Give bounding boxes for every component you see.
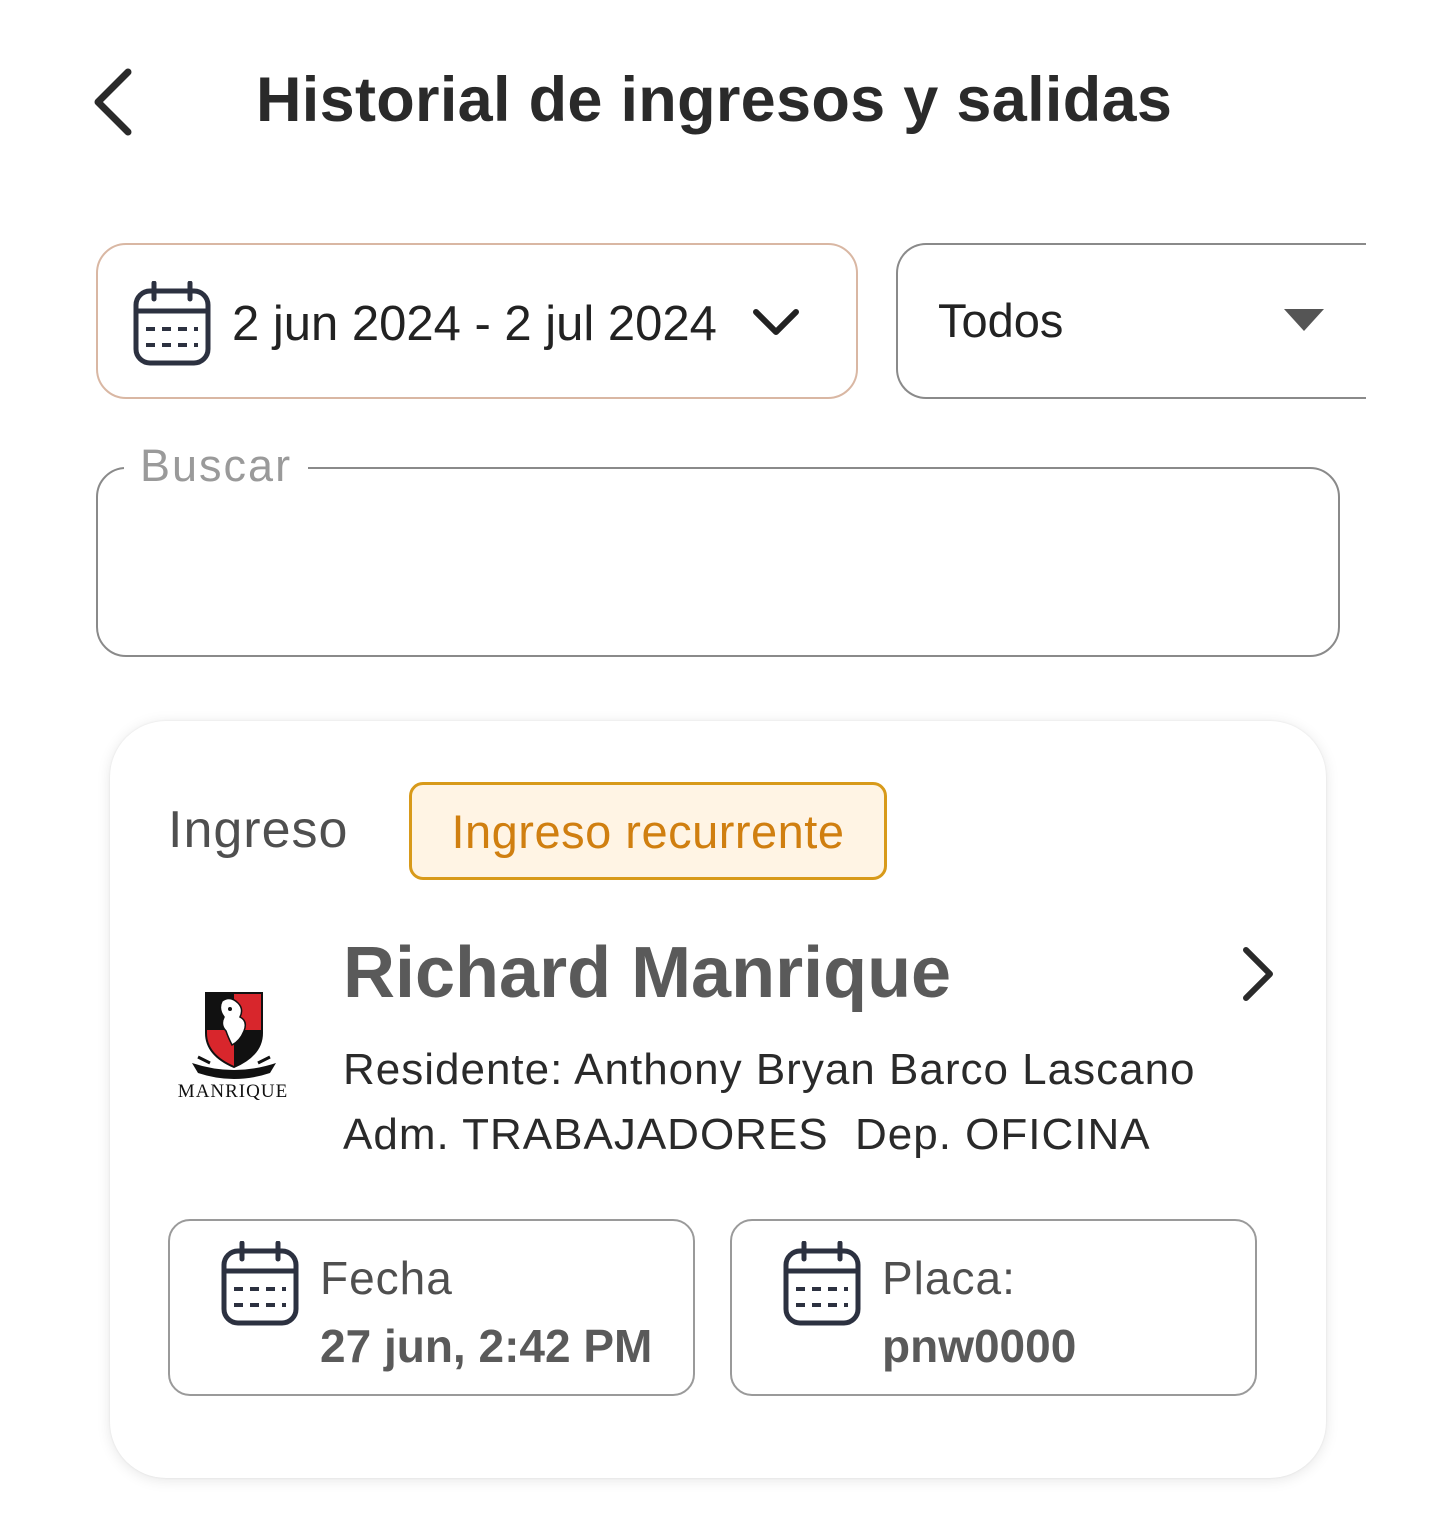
resident-line: Residente: Anthony Bryan Barco Lascano xyxy=(343,1045,1196,1094)
chevron-down-icon xyxy=(752,307,800,342)
open-detail-button[interactable] xyxy=(1232,944,1284,1004)
search-input[interactable] xyxy=(96,467,1340,657)
dropdown-arrow-icon xyxy=(1284,309,1324,336)
logo-text: MANRIQUE xyxy=(178,1081,288,1102)
calendar-icon xyxy=(132,280,212,372)
date-label: Fecha xyxy=(320,1252,453,1304)
plate-info-box: Placa: pnw0000 xyxy=(730,1219,1257,1396)
type-select-value: Todos xyxy=(938,294,1064,347)
date-range-picker[interactable]: 2 jun 2024 - 2 jul 2024 xyxy=(96,243,858,399)
chevron-left-icon xyxy=(94,68,132,136)
person-name: Richard Manrique xyxy=(343,933,952,1013)
plate-value: pnw0000 xyxy=(882,1320,1077,1372)
page-title: Historial de ingresos y salidas xyxy=(256,65,1173,135)
company-logo: MANRIQUE xyxy=(170,985,296,1103)
dep-line: Dep. OFICINA xyxy=(855,1110,1151,1159)
date-value: 27 jun, 2:42 PM xyxy=(320,1320,653,1372)
calendar-icon xyxy=(782,1240,862,1332)
type-select[interactable]: Todos xyxy=(896,243,1366,399)
record-type: Ingreso xyxy=(168,801,349,859)
search-label: Buscar xyxy=(124,440,309,492)
date-range-value: 2 jun 2024 - 2 jul 2024 xyxy=(232,297,717,351)
back-button[interactable] xyxy=(80,62,150,142)
adm-line: Adm. TRABAJADORES xyxy=(343,1110,829,1159)
date-info-box: Fecha 27 jun, 2:42 PM xyxy=(168,1219,695,1396)
calendar-icon xyxy=(220,1240,300,1332)
chevron-right-icon xyxy=(1243,947,1273,1001)
plate-label: Placa: xyxy=(882,1252,1016,1304)
status-badge: Ingreso recurrente xyxy=(409,782,887,880)
